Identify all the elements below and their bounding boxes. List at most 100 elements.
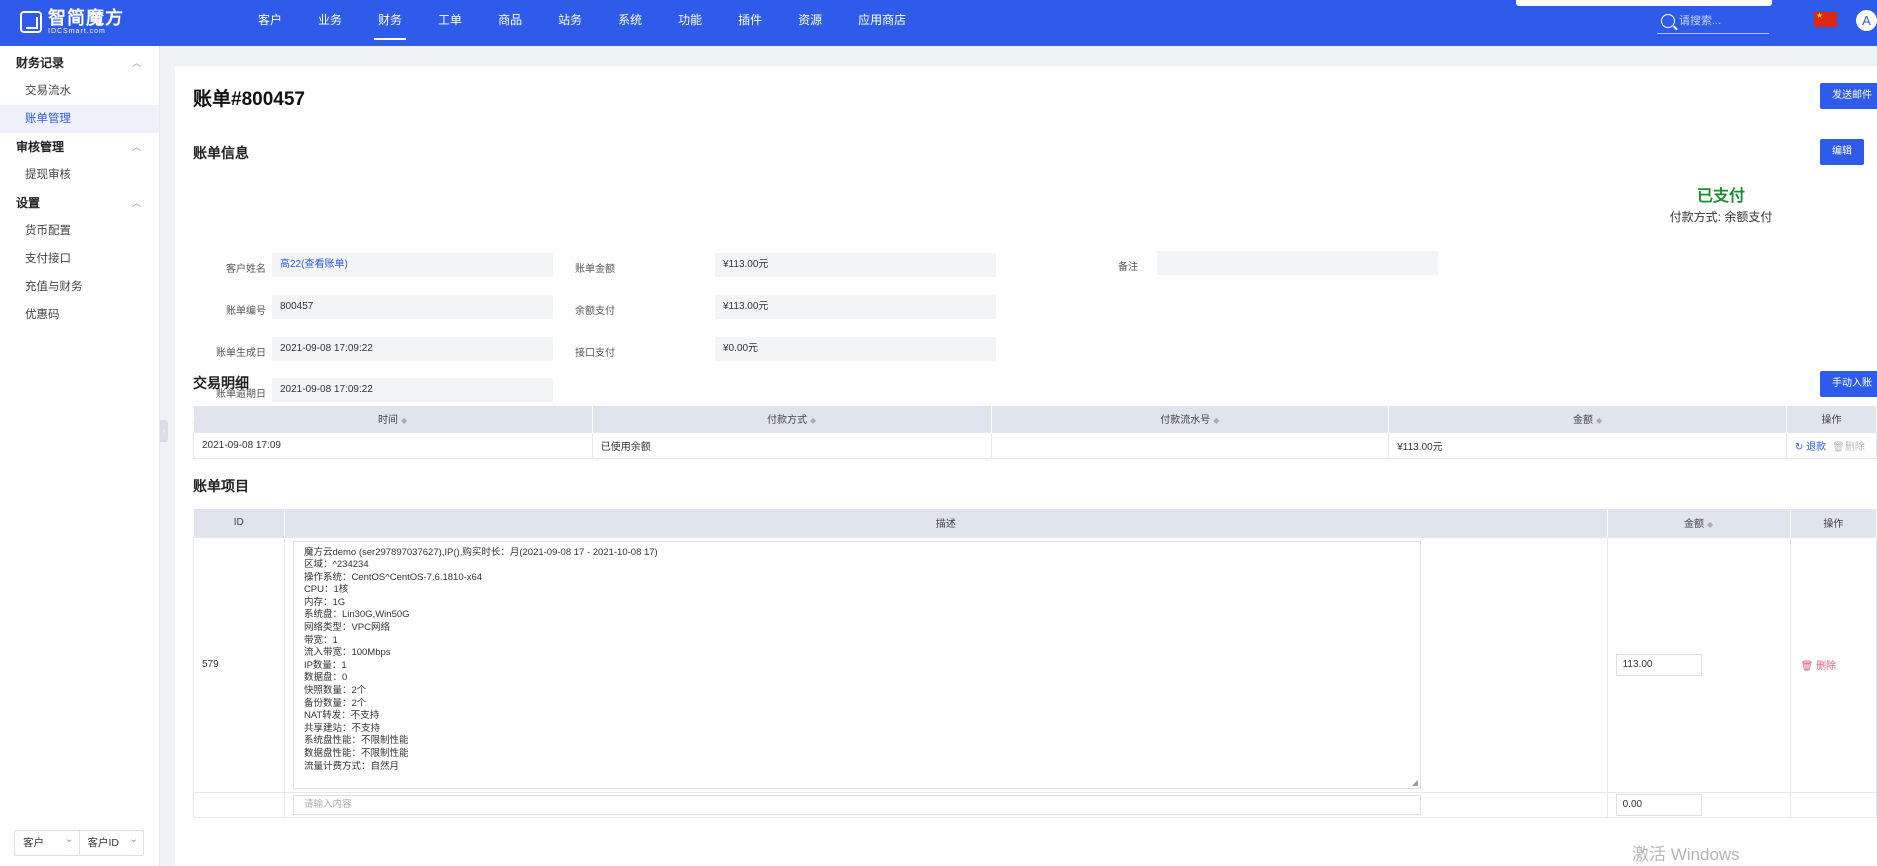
item-actions: 🗑 删除 — [1789, 536, 1877, 793]
items-col-id: ID — [193, 509, 285, 537]
table-row: 579 魔方云demo (ser297897037627),IP(),购买时长：… — [193, 536, 1877, 793]
sidebar-item-2-1[interactable]: 支付接口 — [0, 245, 159, 273]
new-item-desc-cell — [283, 791, 1608, 818]
nav-item-6[interactable]: 系统 — [600, 0, 660, 46]
sidebar-item-0-1[interactable]: 账单管理 — [0, 105, 159, 133]
items-title: 账单项目 — [193, 478, 249, 494]
nav-item-9[interactable]: 资源 — [780, 0, 840, 46]
transactions-title: 交易明细 — [193, 375, 249, 391]
items-col-desc: 描述 — [284, 509, 1608, 537]
logo-icon — [20, 11, 42, 33]
sidebar-item-2-0[interactable]: 货币配置 — [0, 217, 159, 245]
sort-icon[interactable]: ◆ — [1707, 520, 1713, 529]
logo[interactable]: 智简魔方 IDCSmart.com — [20, 9, 124, 35]
refund-link[interactable]: ↻ 退款 — [1795, 442, 1826, 453]
item-delete-link[interactable]: 🗑 删除 — [1801, 661, 1836, 672]
new-item-amount-input[interactable] — [1615, 793, 1702, 816]
sidebar-item-2-3[interactable]: 优惠码 — [0, 301, 159, 329]
sidebar-group-label: 设置 — [16, 196, 41, 210]
sidebar-item-1-0[interactable]: 提现审核 — [0, 161, 159, 189]
nav-item-10[interactable]: 应用商店 — [840, 0, 924, 46]
note-label: 备注 — [1118, 262, 1138, 273]
status-badge: 已支付 — [1696, 188, 1745, 205]
chevron-up-icon[interactable]: ︿ — [132, 189, 141, 217]
main-content: 账单#800457 发送邮件 账单信息 编辑 客户姓名 高22(查看账单) 账单… — [175, 66, 1877, 866]
client-name-link[interactable]: 高22(查看账单) — [280, 259, 348, 270]
sidebar-item-0-0[interactable]: 交易流水 — [0, 77, 159, 105]
items-col-ops: 操作 — [1790, 509, 1877, 537]
nav-item-7[interactable]: 功能 — [660, 0, 720, 46]
search-icon[interactable] — [1661, 13, 1675, 28]
client-name-label: 客户姓名 — [226, 264, 266, 275]
item-id: 579 — [193, 536, 285, 793]
sidebar-search-selects: 客户 客户ID — [14, 827, 144, 856]
amount-value: ¥113.00元 — [715, 253, 996, 277]
balance-pay-value: ¥113.00元 — [715, 295, 996, 319]
sidebar-item-2-2[interactable]: 充值与财务 — [0, 273, 159, 301]
activation-watermark: 激活 Windows — [1632, 845, 1740, 864]
chevron-up-icon[interactable]: ︿ — [132, 133, 141, 161]
item-amount-input[interactable] — [1615, 653, 1702, 676]
nav-item-8[interactable]: 插件 — [720, 0, 780, 46]
gateway-pay-label: 接口支付 — [575, 348, 615, 359]
item-description-textarea[interactable]: 魔方云demo (ser297897037627),IP(),购买时长：月(20… — [292, 540, 1421, 789]
nav-item-2[interactable]: 财务 — [360, 0, 420, 46]
top-nav-bar: 智简魔方 IDCSmart.com 客户 业务 财务 工单 商品 站务 系统 功能 插件 资源 应用… — [0, 0, 1877, 46]
language-flag-icon[interactable] — [1814, 11, 1837, 27]
tx-amount: ¥113.00元 — [1388, 431, 1787, 459]
sort-icon[interactable]: ◆ — [1213, 416, 1219, 425]
sidebar-group-2[interactable]: 设置 ︿ — [0, 189, 159, 217]
invoice-info-panel: 客户姓名 高22(查看账单) 账单编号 800457 账单生成日 2021-09… — [193, 174, 1877, 424]
sort-icon[interactable]: ◆ — [1596, 416, 1602, 425]
items-table: ID 描述 金额 ◆ 操作 579 魔方云demo (ser29789703762… — [193, 509, 1877, 818]
payment-method-text: 付款方式: 余额支付 — [1669, 210, 1773, 224]
tx-serial — [990, 431, 1390, 459]
created-date-label: 账单生成日 — [216, 348, 266, 359]
sidebar-group-label: 审核管理 — [16, 140, 65, 154]
tx-col-serial[interactable]: 付款流水号 ◆ — [991, 406, 1390, 432]
item-amount-cell — [1606, 536, 1791, 793]
refresh-icon: ↻ — [1795, 441, 1804, 453]
tx-col-method[interactable]: 付款方式 ◆ — [592, 406, 992, 432]
tx-method: 已使用余额 — [591, 431, 992, 459]
sidebar: 财务记录 ︿ 交易流水 账单管理 审核管理 ︿ 提现审核 设置 ︿ 货币配置 支付接口 充值与财务 优惠… — [0, 46, 160, 866]
sidebar-group-0[interactable]: 财务记录 ︿ — [0, 49, 159, 77]
send-email-button[interactable]: 发送邮件 — [1820, 83, 1877, 109]
sort-icon[interactable]: ◆ — [810, 416, 816, 425]
client-name-value: 高22(查看账单) — [272, 253, 553, 277]
created-date-value: 2021-09-08 17:09:22 — [272, 337, 553, 361]
trash-icon: 🗑 — [1832, 441, 1845, 453]
tx-col-time[interactable]: 时间 ◆ — [193, 406, 593, 432]
delete-link[interactable]: 🗑删除 — [1832, 442, 1865, 453]
balance-pay-label: 余额支付 — [575, 306, 615, 317]
nav-item-0[interactable]: 客户 — [240, 0, 300, 46]
search-input[interactable] — [1679, 14, 1765, 27]
new-item-id — [193, 791, 285, 818]
sidebar-collapse-handle[interactable]: ‹ — [160, 420, 168, 442]
client-type-select[interactable]: 客户 — [15, 827, 80, 855]
sidebar-group-1[interactable]: 审核管理 ︿ — [0, 133, 159, 161]
manual-entry-button[interactable]: 手动入账 — [1820, 371, 1877, 397]
nav-item-4[interactable]: 商品 — [480, 0, 540, 46]
sort-icon[interactable]: ◆ — [401, 416, 407, 425]
transactions-table: 时间 ◆ 付款方式 ◆ 付款流水号 ◆ 金额 ◆ 操作 2021-09-08 17:09… — [193, 406, 1877, 459]
item-desc-cell: 魔方云demo (ser297897037627),IP(),购买时长：月(20… — [283, 536, 1608, 793]
tx-col-amount[interactable]: 金额 ◆ — [1388, 406, 1787, 432]
invoice-info-title: 账单信息 — [193, 145, 249, 161]
user-avatar[interactable]: A — [1856, 10, 1877, 31]
trash-icon: 🗑 — [1800, 661, 1817, 672]
note-value — [1157, 251, 1438, 275]
tx-time: 2021-09-08 17:09 — [193, 431, 593, 459]
chevron-up-icon[interactable]: ︿ — [132, 49, 141, 77]
items-col-amount[interactable]: 金额 ◆ — [1607, 509, 1791, 537]
nav-item-5[interactable]: 站务 — [540, 0, 600, 46]
page-title: 账单#800457 — [193, 89, 305, 110]
nav-item-1[interactable]: 业务 — [300, 0, 360, 46]
nav-item-3[interactable]: 工单 — [420, 0, 480, 46]
new-item-description-input[interactable] — [292, 794, 1421, 815]
edit-button[interactable]: 编辑 — [1820, 139, 1864, 165]
search-box[interactable] — [1657, 8, 1769, 34]
table-row: 2021-09-08 17:09 已使用余额 ¥113.00元 ↻ 退款 🗑删除 — [193, 431, 1877, 459]
client-field-select[interactable]: 客户ID — [80, 827, 144, 855]
due-date-value: 2021-09-08 17:09:22 — [272, 378, 553, 402]
